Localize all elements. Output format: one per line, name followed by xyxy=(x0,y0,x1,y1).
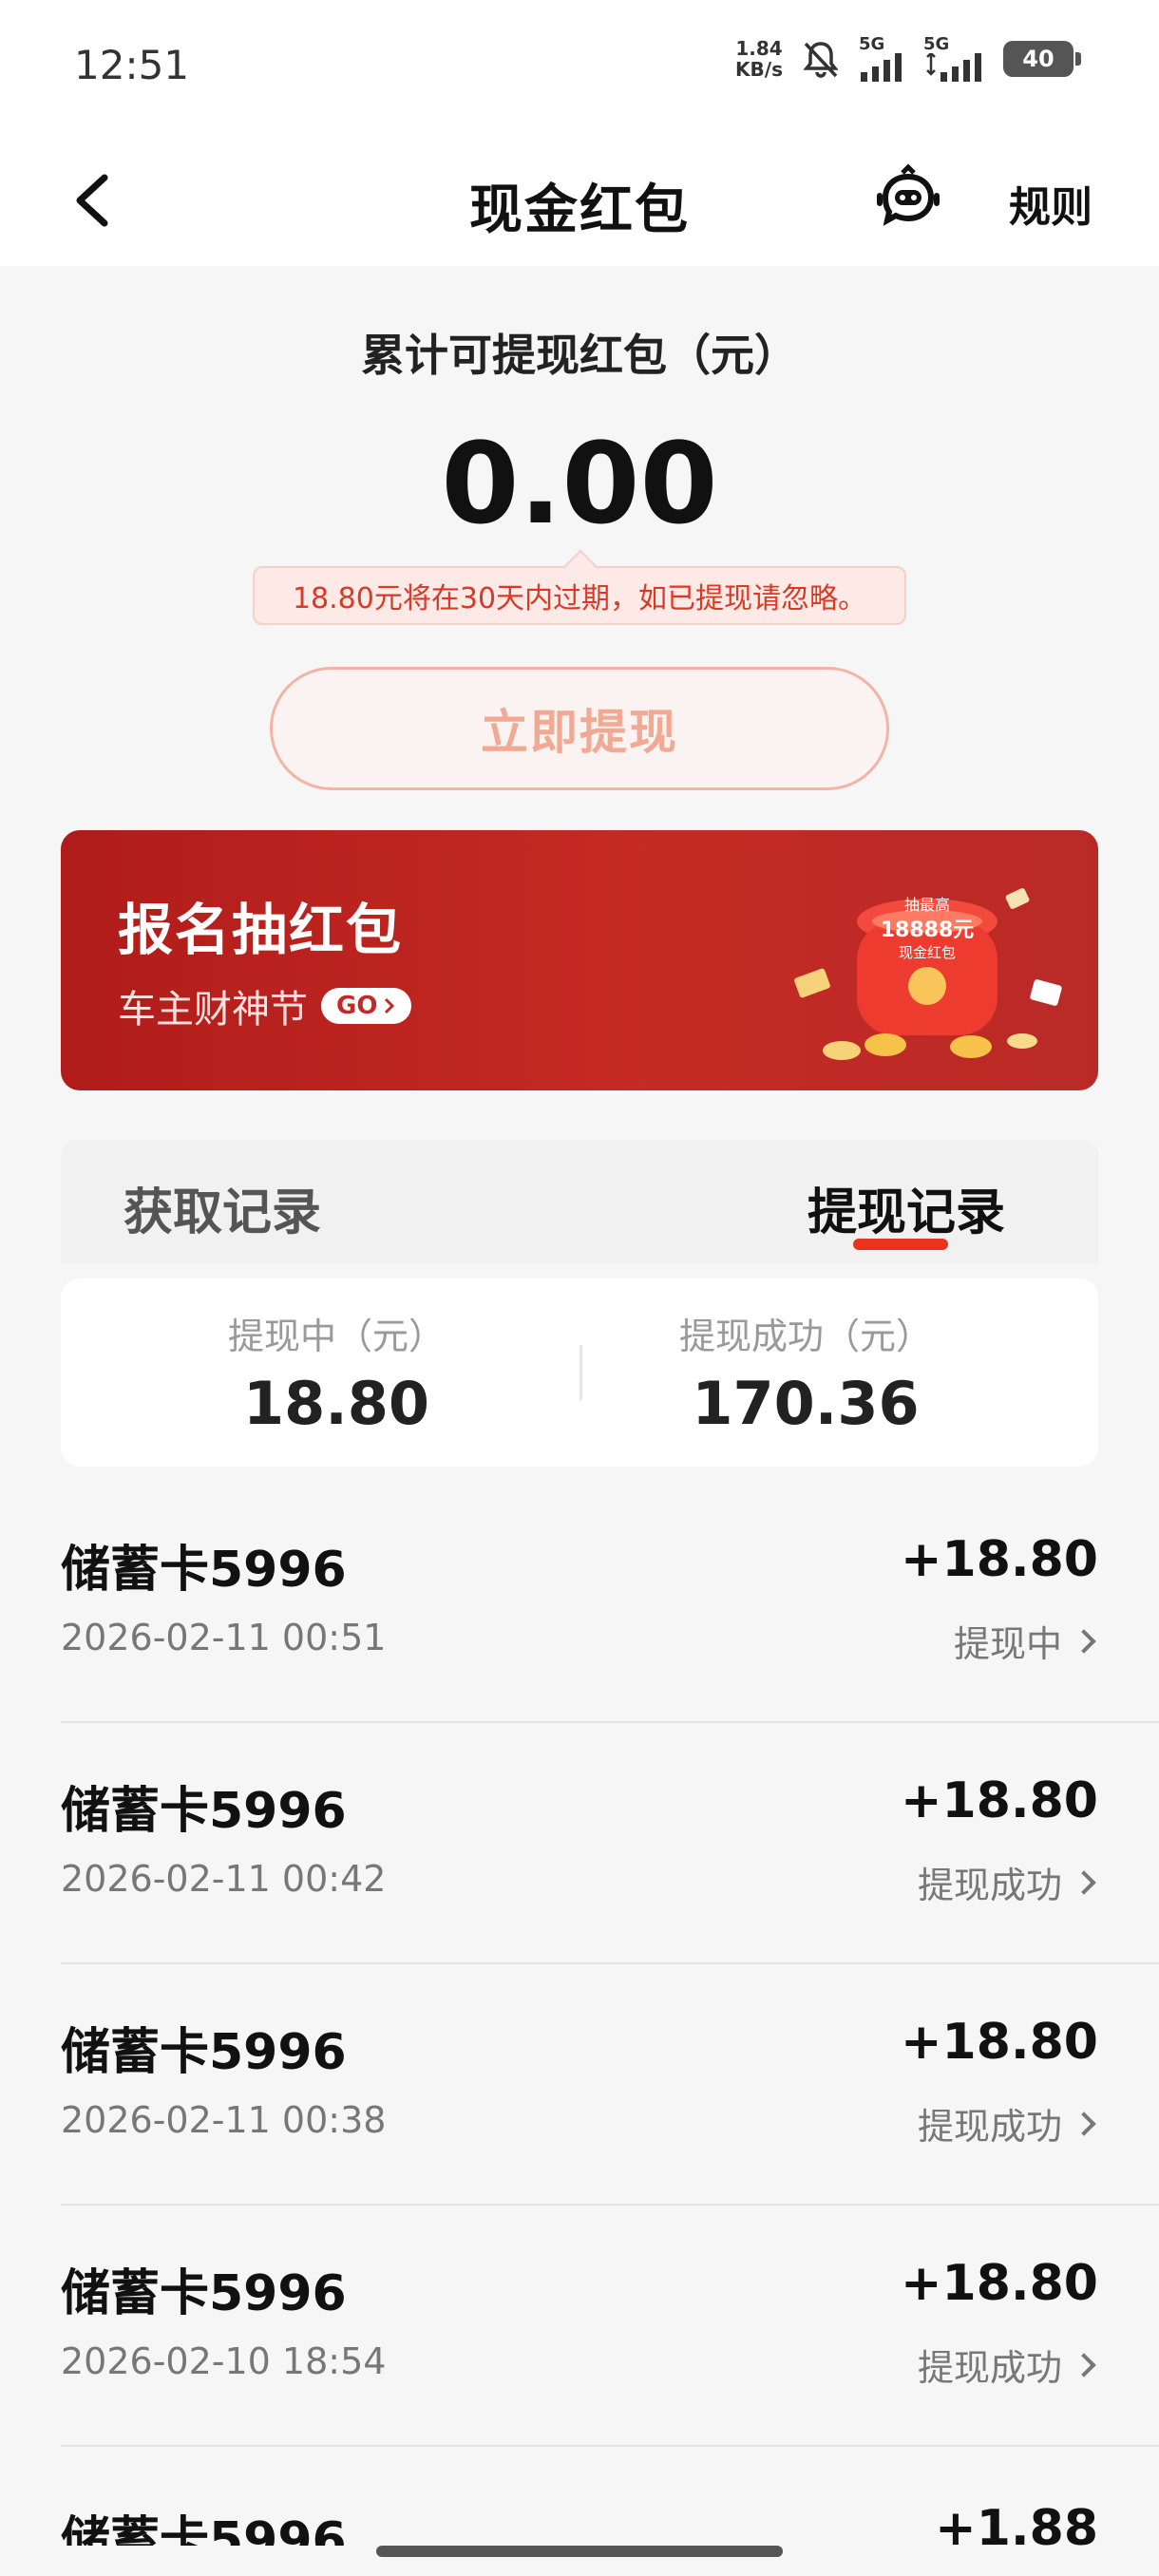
rules-link[interactable]: 规则 xyxy=(1009,173,1092,234)
list-item[interactable]: 储蓄卡5996 2026-02-11 00:38 +18.80 提现成功 xyxy=(61,1964,1159,2206)
battery-icon: 40 xyxy=(1003,41,1081,77)
list-item[interactable]: 储蓄卡5996 2026-02-10 18:54 +18.80 提现成功 xyxy=(61,2206,1159,2447)
robot-assistant-icon[interactable] xyxy=(872,161,944,237)
net-speed: 1.84 KB/s xyxy=(735,37,783,81)
withdraw-button[interactable]: 立即提现 xyxy=(270,667,889,790)
chevron-right-icon xyxy=(1072,1869,1096,1895)
status-time: 12:51 xyxy=(74,42,190,88)
signal-icon-sim1: 5G xyxy=(859,36,906,82)
tab-withdraw-records[interactable]: 提现记录 xyxy=(745,1172,1068,1243)
red-envelope-jar-icon: 抽最高 18888元 现金红包 xyxy=(785,830,1098,1090)
balance-label: 累计可提现红包（元） xyxy=(361,330,798,381)
page-title: 现金红包 xyxy=(469,180,690,241)
promo-subtitle: 车主财神节 GO xyxy=(118,978,412,1033)
success-summary: 提现成功（元） 170.36 xyxy=(678,1316,932,1438)
list-item[interactable]: 储蓄卡5996 2026-02-11 00:42 +18.80 提现成功 xyxy=(61,1723,1159,1964)
balance-amount: 0.00 xyxy=(441,418,718,549)
summary-card: 提现中（元） 18.80 提现成功（元） 170.36 xyxy=(61,1279,1098,1467)
promo-banner[interactable]: 报名抽红包 车主财神节 GO 抽最高 18888元 现金红包 xyxy=(61,830,1098,1090)
list-item[interactable]: 储蓄卡5996 2026-02-11 00:51 +18.80 提现中 xyxy=(61,1482,1159,1723)
status-icons: 1.84 KB/s 5G 5G 40 xyxy=(735,36,1081,82)
expire-tip: 18.80元将在30天内过期，如已提现请忽略。 xyxy=(253,566,906,625)
svg-text:抽最高: 抽最高 xyxy=(904,896,950,914)
chevron-right-icon xyxy=(1072,2352,1096,2377)
tab-earn-records[interactable]: 获取记录 xyxy=(61,1172,384,1243)
svg-text:现金红包: 现金红包 xyxy=(899,944,956,961)
svg-text:18888元: 18888元 xyxy=(881,919,975,942)
status-bar: 12:51 1.84 KB/s 5G 5G 40 xyxy=(0,0,1159,133)
promo-title: 报名抽红包 xyxy=(118,898,404,962)
signal-icon-sim2: 5G xyxy=(923,36,986,82)
chevron-right-icon xyxy=(1072,1628,1096,1654)
home-indicator[interactable] xyxy=(376,2546,783,2557)
nav-bar: 现金红包 规则 xyxy=(0,133,1159,266)
pending-summary: 提现中（元） 18.80 xyxy=(227,1316,445,1438)
record-tabs: 获取记录 提现记录 xyxy=(61,1140,1098,1263)
go-button[interactable]: GO xyxy=(321,988,412,1024)
list-item-partial[interactable]: 储蓄卡5996 +1.88 xyxy=(61,2489,1159,2546)
active-tab-indicator xyxy=(853,1239,948,1250)
chevron-right-icon xyxy=(1072,2111,1096,2136)
bell-muted-icon xyxy=(800,38,842,80)
